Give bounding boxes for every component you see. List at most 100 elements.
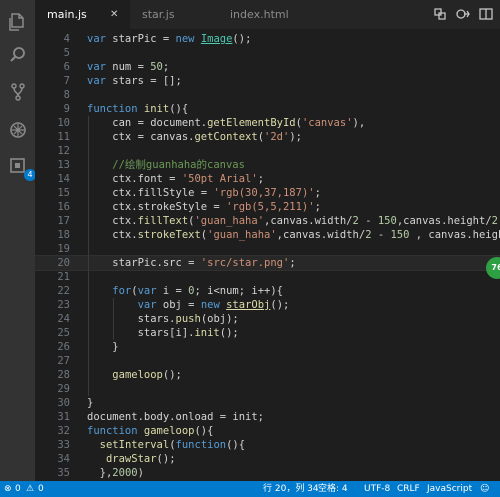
code-line[interactable]: 9 function init(){ (35, 102, 500, 116)
code-line[interactable]: 13 //绘制guanhaha的canvas (35, 158, 500, 172)
code-line[interactable]: 32 function gameloop(){ (35, 424, 500, 438)
code-token: starPic = (105, 33, 176, 45)
explorer-icon[interactable] (7, 11, 29, 33)
line-number: 16 (57, 201, 70, 213)
code-token: ctx.fillStyle = (87, 187, 214, 199)
code-line[interactable]: 28 gameloop(); (35, 368, 500, 382)
feedback-icon[interactable]: ☺ (480, 481, 489, 497)
code-line[interactable]: 25 stars[i].init(); (35, 326, 500, 340)
error-icon[interactable]: ⊗ (4, 481, 12, 497)
code-line[interactable]: 34 drawStar(); (35, 452, 500, 466)
code-text[interactable]: ctx.fillText('guan_haha',canvas.width/2 … (87, 214, 500, 228)
code-text[interactable]: var num = 50; (87, 60, 169, 74)
line-endings[interactable]: CRLF (397, 481, 420, 497)
code-text[interactable]: var obj = new starObj(); (87, 298, 290, 312)
code-text[interactable]: var starPic = new Image(); (87, 32, 251, 46)
line-number: 19 (57, 243, 70, 255)
language-mode[interactable]: JavaScript (427, 481, 472, 497)
tab-index-html[interactable]: index.html (218, 0, 328, 29)
code-text[interactable]: var stars = []; (87, 74, 182, 88)
code-line[interactable]: 20 starPic.src = 'src/star.png'; (35, 255, 500, 271)
code-line[interactable]: 26 } (35, 340, 500, 354)
code-line[interactable]: 33 setInterval(function(){ (35, 438, 500, 452)
code-token: ctx. (87, 229, 138, 241)
code-text[interactable]: ctx = canvas.getContext('2d'); (87, 130, 302, 144)
code-line[interactable]: 17 ctx.fillText('guan_haha',canvas.width… (35, 214, 500, 228)
code-token: , canvas.height/ (415, 229, 500, 241)
code-token: obj = (156, 299, 201, 311)
code-line[interactable]: 7 var stars = []; (35, 74, 500, 88)
code-line[interactable]: 4 var starPic = new Image(); (35, 32, 500, 46)
code-text[interactable]: starPic.src = 'src/star.png'; (87, 256, 295, 270)
code-line[interactable]: 11 ctx = canvas.getContext('2d'); (35, 130, 500, 144)
code-token: (){ (169, 103, 189, 115)
warning-count[interactable]: 0 (38, 481, 44, 497)
code-line[interactable]: 22 for(var i = 0; i<num; i++){ (35, 284, 500, 298)
code-text[interactable]: //绘制guanhaha的canvas (87, 158, 245, 172)
split-editor-icon[interactable] (478, 6, 494, 26)
code-text[interactable]: ctx.strokeStyle = 'rgb(5,5,211)'; (87, 200, 321, 214)
code-line[interactable]: 31 document.body.onload = init; (35, 410, 500, 424)
code-editor[interactable]: 4 var starPic = new Image(); 5 6 var num = 5… (35, 29, 500, 481)
code-text[interactable]: function init(){ (87, 102, 188, 116)
compare-changes-icon[interactable] (432, 6, 448, 26)
encoding[interactable]: UTF-8 (364, 481, 390, 497)
code-token: function (87, 103, 138, 115)
code-line[interactable]: 29 (35, 382, 500, 396)
line-number: 30 (57, 397, 70, 409)
search-icon[interactable] (7, 44, 29, 66)
code-line[interactable]: 12 (35, 144, 500, 158)
code-text[interactable]: ctx.fillStyle = 'rgb(30,37,187)'; (87, 186, 321, 200)
code-text[interactable]: drawStar(); (87, 452, 176, 466)
code-line[interactable]: 24 stars.push(obj); (35, 312, 500, 326)
extensions-icon[interactable]: 4 (7, 155, 36, 181)
code-text[interactable]: stars[i].init(); (87, 326, 239, 340)
code-line[interactable]: 27 (35, 354, 500, 368)
warning-icon[interactable]: ⚠ (26, 481, 34, 497)
source-control-icon[interactable] (7, 81, 29, 103)
code-text[interactable]: ctx.strokeText('guan_haha',canvas.width/… (87, 228, 500, 242)
code-line[interactable]: 35 },2000) (35, 466, 500, 480)
code-text[interactable]: can = document.getElementById('canvas'), (87, 116, 365, 130)
code-token: (); (270, 299, 290, 311)
code-text[interactable]: for(var i = 0; i<num; i++){ (87, 284, 283, 298)
code-text[interactable]: } (87, 396, 93, 410)
code-text[interactable]: ctx.font = '50pt Arial'; (87, 172, 264, 186)
code-text[interactable]: } (87, 340, 118, 354)
code-token: var (87, 33, 106, 45)
code-text[interactable]: document.body.onload = init; (87, 410, 264, 424)
code-text[interactable]: gameloop(); (87, 368, 182, 382)
open-preview-icon[interactable] (455, 6, 471, 26)
close-icon[interactable]: ✕ (110, 0, 118, 29)
line-number: 22 (57, 285, 70, 297)
line-number: 23 (57, 299, 70, 311)
debug-icon[interactable] (7, 119, 29, 141)
code-text[interactable]: setInterval(function(){ (87, 438, 245, 452)
code-line[interactable]: 8 (35, 88, 500, 102)
code-line[interactable]: 30} (35, 396, 500, 410)
code-line[interactable]: 5 (35, 46, 500, 60)
code-line[interactable]: 10 can = document.getElementById('canvas… (35, 116, 500, 130)
code-line[interactable]: 19 (35, 242, 500, 256)
code-line[interactable]: 15 ctx.fillStyle = 'rgb(30,37,187)'; (35, 186, 500, 200)
code-token: 50 (150, 61, 163, 73)
code-text[interactable]: },2000) (87, 466, 144, 480)
cursor-position[interactable]: 行 20，列 34 (263, 481, 319, 497)
code-line[interactable]: 16 ctx.strokeStyle = 'rgb(5,5,211)'; (35, 200, 500, 214)
code-token: fillText (137, 215, 189, 227)
code-line[interactable]: 21 (35, 270, 500, 284)
code-token: 'src/star.png' (200, 257, 290, 269)
error-count[interactable]: 0 (15, 481, 21, 497)
indentation[interactable]: 空格: 4 (318, 481, 348, 497)
code-text[interactable]: stars.push(obj); (87, 312, 239, 326)
code-text[interactable]: function gameloop(){ (87, 424, 213, 438)
tab-main-js[interactable]: main.js ✕ (35, 0, 130, 29)
code-line[interactable]: 6 var num = 50; (35, 60, 500, 74)
tab-star-js[interactable]: star.js (130, 0, 218, 29)
code-line[interactable]: 14 ctx.font = '50pt Arial'; (35, 172, 500, 186)
line-number: 5 (63, 47, 70, 59)
code-token: var (87, 75, 106, 87)
code-line[interactable]: 23 var obj = new starObj(); (35, 298, 500, 312)
code-line[interactable]: 18 ctx.strokeText('guan_haha',canvas.wid… (35, 228, 500, 242)
line-number: 34 (57, 453, 70, 465)
